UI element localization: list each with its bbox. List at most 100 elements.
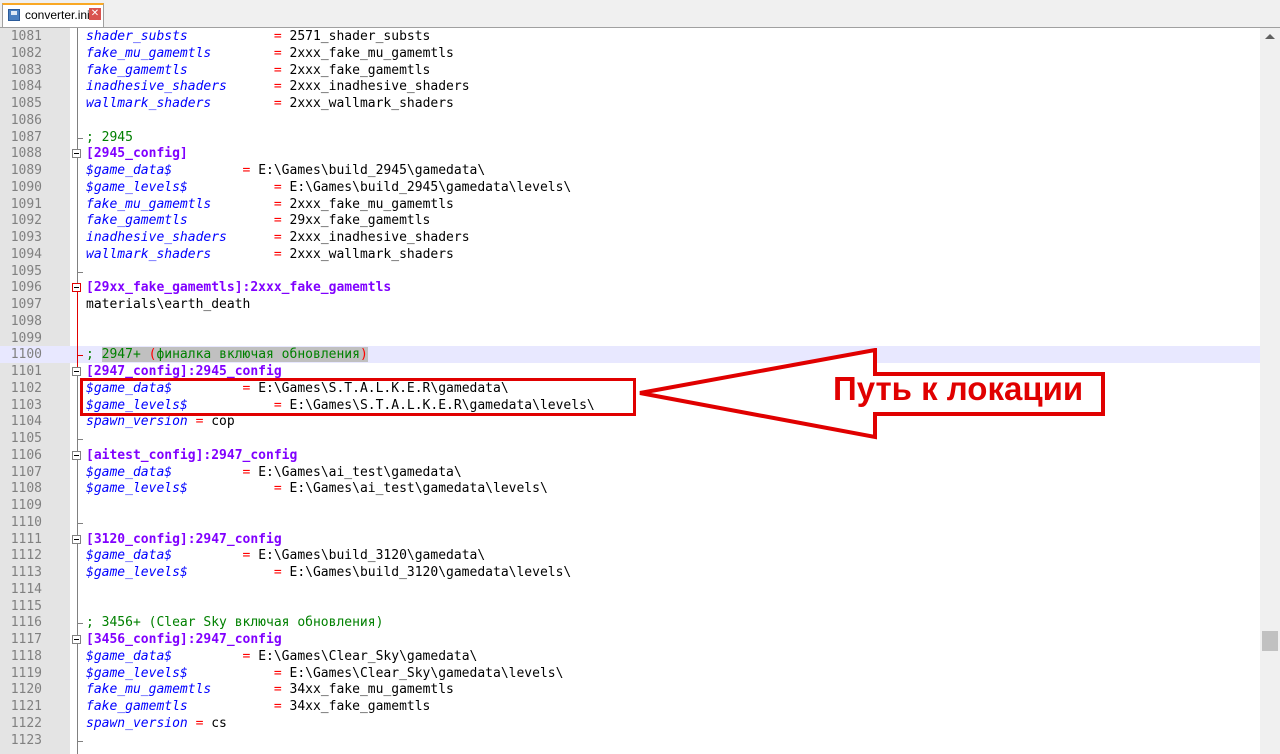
- code-line[interactable]: 1108 $game_levels$ = E:\Games\ai_test\gam…: [0, 480, 1260, 497]
- code-line[interactable]: 1097 materials\earth_death: [0, 296, 1260, 313]
- line-number: 1097: [10, 297, 42, 312]
- tab-converter-ini[interactable]: converter.ini ✕: [2, 3, 104, 27]
- token: [3456_config]:2947_config: [86, 632, 282, 647]
- code-line[interactable]: 1085 wallmark_shaders = 2xxx_wallmark_sha…: [0, 95, 1260, 112]
- code-line[interactable]: 1122 spawn_version = cs: [0, 715, 1260, 732]
- fold-toggle-icon[interactable]: [72, 283, 81, 293]
- code-line[interactable]: 1094 wallmark_shaders = 2xxx_wallmark_sha…: [0, 246, 1260, 263]
- line-number: 1087: [10, 129, 42, 145]
- fold-toggle-icon[interactable]: [72, 367, 81, 376]
- code-line[interactable]: 1117 [3456_config]:2947_config: [0, 631, 1260, 648]
- code-line[interactable]: 1081 shader_substs = 2571_shader_substs: [0, 28, 1260, 45]
- code-line[interactable]: 1109: [0, 497, 1260, 514]
- line-number: 1083: [10, 62, 42, 78]
- token: E:\Games\build_2945\gamedata\: [250, 163, 486, 178]
- line-number: 1116: [10, 615, 42, 631]
- token: =: [273, 246, 282, 262]
- scroll-up-arrow-icon[interactable]: [1265, 34, 1275, 39]
- line-number: 1091: [10, 196, 42, 212]
- fold-end-marker: [77, 522, 83, 524]
- code-line[interactable]: 1095: [0, 263, 1260, 280]
- code-line[interactable]: 1115: [0, 598, 1260, 615]
- code-line[interactable]: 1110: [0, 514, 1260, 531]
- line-text: [aitest_config]:2947_config: [86, 447, 297, 464]
- token: $game_data$: [86, 548, 173, 564]
- line-text: fake_gamemtls = 34xx_fake_gamemtls: [86, 698, 430, 715]
- code-line[interactable]: 1083 fake_gamemtls = 2xxx_fake_gamemtls: [0, 62, 1260, 79]
- fold-line: [77, 644, 78, 754]
- fold-toggle-icon[interactable]: [72, 149, 81, 159]
- fold-line: [77, 292, 78, 369]
- fold-toggle-icon[interactable]: [72, 450, 81, 460]
- code-line[interactable]: 1106 [aitest_config]:2947_config: [0, 447, 1260, 464]
- fold-line: [77, 158, 78, 285]
- token: cop: [203, 414, 235, 430]
- fold-line: [77, 376, 78, 452]
- code-line[interactable]: 1086: [0, 112, 1260, 129]
- fold-end-marker: [77, 271, 83, 273]
- code-line[interactable]: 1082 fake_mu_gamemtls = 2xxx_fake_mu_game…: [0, 45, 1260, 62]
- line-text: [2945_config]: [86, 145, 188, 162]
- fold-end-marker: [77, 439, 83, 440]
- token: $game_data$: [86, 464, 173, 480]
- code-line[interactable]: 1116 ; 3456+ (Clear Sky включая обновлени…: [0, 614, 1260, 631]
- line-number: 1111: [10, 531, 42, 547]
- token: $game_levels$: [86, 481, 188, 497]
- code-line[interactable]: 1121 fake_gamemtls = 34xx_fake_gamemtls: [0, 698, 1260, 715]
- token: $game_levels$: [86, 179, 188, 195]
- token: E:\Games\ai_test\gamedata\levels\: [281, 481, 548, 497]
- code-line[interactable]: 1118 $game_data$ = E:\Games\Clear_Sky\gam…: [0, 648, 1260, 665]
- line-text: ; 2947+ (финалка включая обновления): [86, 346, 368, 363]
- line-text: fake_mu_gamemtls = 34xx_fake_mu_gamemtls: [86, 681, 454, 698]
- line-number: 1105: [10, 431, 42, 446]
- fold-toggle-icon[interactable]: [72, 635, 81, 644]
- token: fake_gamemtls: [86, 699, 188, 714]
- fold-toggle-icon[interactable]: [72, 534, 81, 544]
- line-text: wallmark_shaders = 2xxx_wallmark_shaders: [86, 246, 454, 263]
- tab-label: converter.ini: [25, 8, 90, 22]
- scrollbar-thumb[interactable]: [1262, 631, 1278, 651]
- code-line[interactable]: 1091 fake_mu_gamemtls = 2xxx_fake_mu_game…: [0, 196, 1260, 213]
- token: =: [273, 565, 282, 580]
- code-line[interactable]: 1084 inadhesive_shaders = 2xxx_inadhesive…: [0, 78, 1260, 95]
- code-line[interactable]: 1092 fake_gamemtls = 29xx_fake_gamemtls: [0, 212, 1260, 229]
- code-line[interactable]: 1089 $game_data$ = E:\Games\build_2945\ga…: [0, 162, 1260, 179]
- code-line[interactable]: 1099: [0, 330, 1260, 347]
- token: E:\Games\build_3120\gamedata\: [250, 548, 486, 564]
- code-line[interactable]: 1112 $game_data$ = E:\Games\build_3120\ga…: [0, 547, 1260, 564]
- code-line[interactable]: 1111 [3120_config]:2947_config: [0, 531, 1260, 548]
- line-text: $game_data$ = E:\Games\build_3120\gameda…: [86, 547, 485, 564]
- line-text: wallmark_shaders = 2xxx_wallmark_shaders: [86, 95, 454, 112]
- line-number: 1099: [10, 330, 42, 346]
- code-line[interactable]: 1120 fake_mu_gamemtls = 34xx_fake_mu_game…: [0, 681, 1260, 698]
- line-text: fake_gamemtls = 2xxx_fake_gamemtls: [86, 62, 430, 79]
- vertical-scrollbar[interactable]: [1260, 28, 1280, 754]
- code-line[interactable]: 1093 inadhesive_shaders = 2xxx_inadhesive…: [0, 229, 1260, 246]
- line-number: 1084: [10, 79, 42, 95]
- token: $game_levels$: [86, 665, 188, 681]
- code-line[interactable]: 1113 $game_levels$ = E:\Games\build_3120\…: [0, 564, 1260, 581]
- token: =: [273, 79, 282, 95]
- code-line[interactable]: 1087 ; 2945: [0, 129, 1260, 146]
- line-number: 1086: [10, 112, 42, 128]
- code-line[interactable]: 1107 $game_data$ = E:\Games\ai_test\gamed…: [0, 464, 1260, 481]
- line-number: 1113: [10, 565, 42, 580]
- token: wallmark_shaders: [86, 96, 212, 111]
- code-line[interactable]: 1098: [0, 313, 1260, 330]
- code-line[interactable]: 1114: [0, 581, 1260, 598]
- close-icon[interactable]: ✕: [89, 8, 101, 20]
- code-line[interactable]: 1088 [2945_config]: [0, 145, 1260, 162]
- code-line[interactable]: 1090 $game_levels$ = E:\Games\build_2945\…: [0, 179, 1260, 196]
- token: финалка включая обновления: [156, 347, 360, 363]
- code-line[interactable]: 1096 [29xx_fake_gamemtls]:2xxx_fake_gamem…: [0, 279, 1260, 296]
- line-text: fake_mu_gamemtls = 2xxx_fake_mu_gamemtls: [86, 45, 454, 62]
- code-line[interactable]: 1123: [0, 732, 1260, 749]
- code-line[interactable]: 1119 $game_levels$ = E:\Games\Clear_Sky\g…: [0, 665, 1260, 682]
